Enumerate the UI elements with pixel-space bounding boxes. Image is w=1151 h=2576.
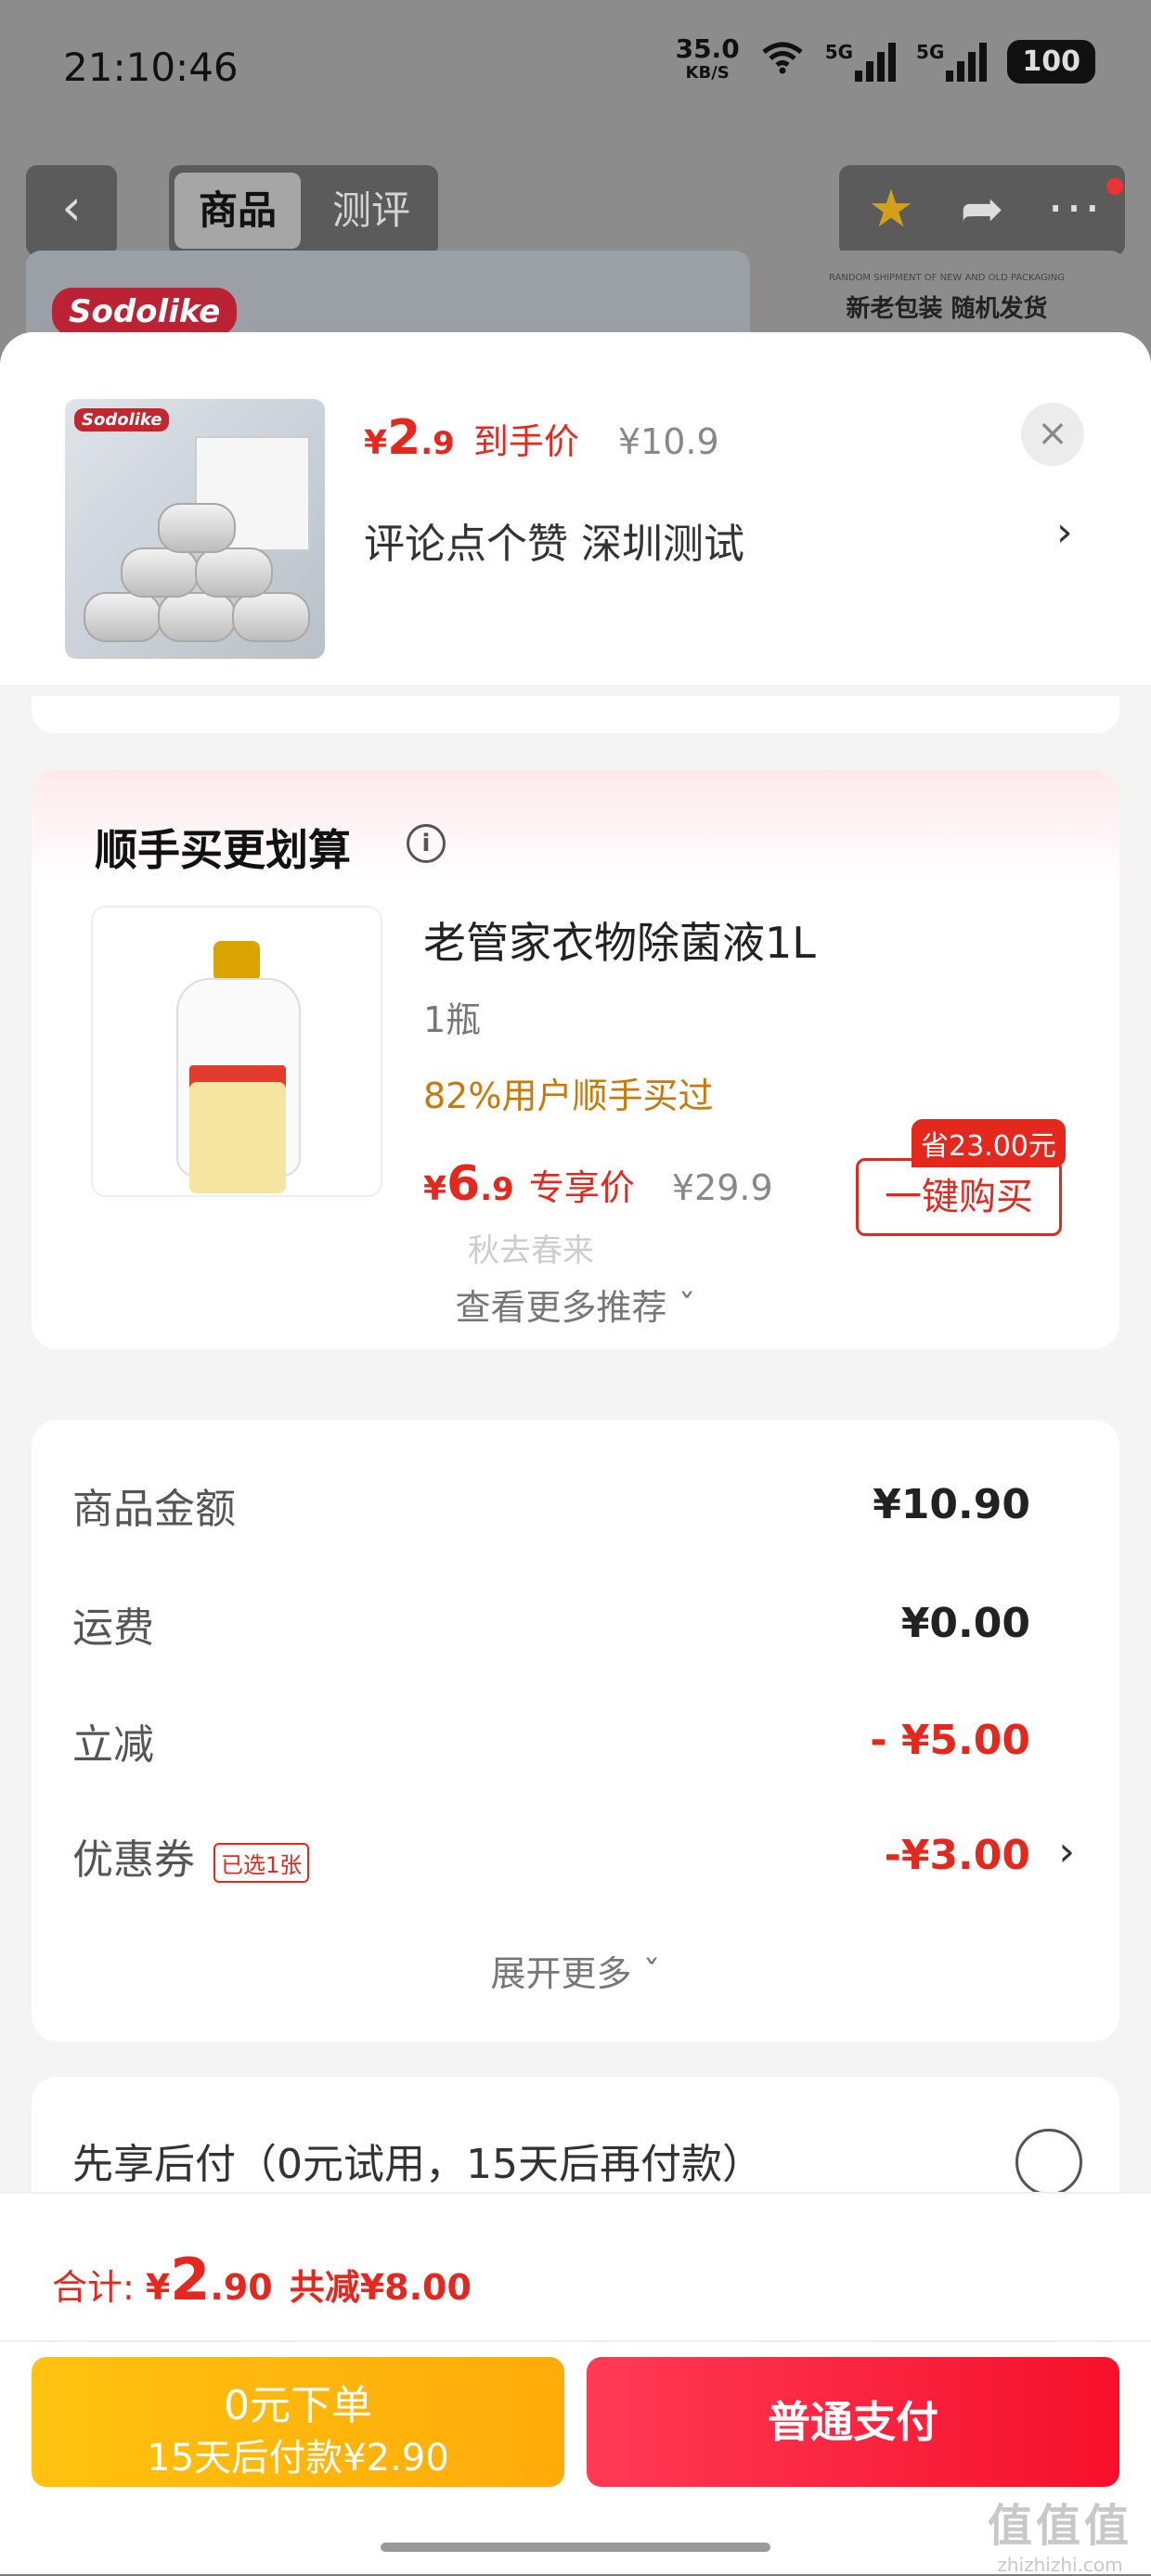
product-thumbnail: Sodolike <box>65 399 325 659</box>
home-indicator[interactable] <box>381 2543 770 2552</box>
close-button[interactable]: × <box>1021 403 1084 466</box>
original-price: ¥10.9 <box>617 421 719 462</box>
section-divider <box>32 696 1119 733</box>
brand-logo: Sodolike <box>52 288 238 336</box>
sku-selector[interactable]: 评论点个赞 深圳测试 <box>364 510 744 570</box>
upsell-product-name[interactable]: 老管家衣物除菌液1L <box>423 909 816 971</box>
upsell-card: 顺手买更划算 i 老管家衣物除菌液1L 1瓶 82%用户顺手买过 ¥ 6 .9 … <box>32 770 1119 1349</box>
pay-later-radio[interactable] <box>1015 2129 1082 2196</box>
tab-review[interactable]: 测评 <box>308 173 434 249</box>
status-bar: 21:10:46 35.0 KB/S 5G 5G 100 <box>0 0 1151 139</box>
zero-yuan-order-button[interactable]: 0元下单 15天后付款¥2.90 <box>32 2357 564 2487</box>
fee-row-discount: 立减 - ¥5.00 <box>72 1717 1030 1769</box>
total-savings: 共减¥8.00 <box>289 2267 472 2308</box>
expand-more-link[interactable]: 展开更多 ˇ <box>32 1945 1119 1996</box>
coupon-selected-chip: 已选1张 <box>213 1842 310 1883</box>
upsell-original-price: ¥29.9 <box>671 1167 773 1208</box>
upsell-purchase-rate: 82%用户顺手买过 <box>423 1075 714 1116</box>
user-watermark: 秋去春来 <box>468 1232 594 1269</box>
bottle-image <box>176 941 301 1193</box>
order-total: 合计: ¥ 2 .90 共减¥8.00 <box>52 2246 472 2313</box>
status-icons: 35.0 KB/S 5G 5G 100 <box>675 33 1095 85</box>
normal-pay-button[interactable]: 普通支付 <box>587 2357 1119 2487</box>
packaging-note: 新老包装 随机发货 <box>846 295 1048 323</box>
favorite-star-icon[interactable]: ★ <box>845 165 938 254</box>
checkout-footer: 合计: ¥ 2 .90 共减¥8.00 0元下单 15天后付款¥2.90 普通支… <box>0 2192 1151 2576</box>
wifi-icon <box>760 41 805 83</box>
exclusive-price-label: 专享价 <box>528 1167 635 1208</box>
more-recommendations-link[interactable]: 查看更多推荐 ˇ <box>32 1279 1119 1330</box>
share-icon[interactable]: ➦ <box>936 165 1028 254</box>
top-nav-bar: ‹ 商品 测评 ★ ➦ ··· <box>26 165 1125 256</box>
info-icon[interactable]: i <box>407 824 446 863</box>
battery-icon: 100 <box>1007 39 1095 84</box>
fee-row-shipping: 运费 ¥0.00 <box>72 1600 1030 1652</box>
fee-row-coupon[interactable]: 优惠券 已选1张 -¥3.00 › <box>72 1826 1075 1891</box>
signal-icon-1: 5G <box>825 41 897 82</box>
product-header: Sodolike ¥ 2 .9 到手价 ¥10.9 × 评论点个赞 深圳测试 › <box>0 332 1151 685</box>
upsell-product-spec: 1瓶 <box>423 999 482 1040</box>
more-icon[interactable]: ··· <box>1028 165 1121 254</box>
price-tag-label: 到手价 <box>472 421 579 462</box>
tab-product[interactable]: 商品 <box>175 173 301 249</box>
pay-later-label: 先享后付（0元试用，15天后再付款） <box>72 2141 763 2188</box>
chevron-right-icon[interactable]: › <box>1058 1828 1075 1875</box>
final-price: ¥ 2 .9 到手价 ¥10.9 <box>364 410 719 466</box>
upsell-title: 顺手买更划算 <box>95 825 351 875</box>
one-click-buy-button[interactable]: 一键购买 <box>856 1158 1062 1236</box>
nav-actions: ★ ➦ ··· <box>839 165 1125 256</box>
upsell-price: ¥ 6 .9 专享价 ¥29.9 <box>423 1156 773 1212</box>
upsell-product-image[interactable] <box>91 906 382 1197</box>
back-button[interactable]: ‹ <box>26 165 117 256</box>
site-watermark: 值值值 zhizhizhi.com <box>987 2500 1132 2576</box>
status-time: 21:10:46 <box>63 45 239 90</box>
fee-row-subtotal: 商品金额 ¥10.90 <box>72 1481 1030 1533</box>
notification-dot <box>1106 178 1123 195</box>
chevron-right-icon[interactable]: › <box>1056 509 1073 556</box>
product-tabs: 商品 测评 <box>169 165 438 256</box>
signal-icon-2: 5G <box>916 41 988 82</box>
fee-summary-card: 商品金额 ¥10.90 运费 ¥0.00 立减 - ¥5.00 优惠券 已选1张 … <box>32 1420 1119 2041</box>
network-speed: 35.0 KB/S <box>675 33 740 84</box>
savings-badge: 省23.00元 <box>912 1119 1066 1167</box>
